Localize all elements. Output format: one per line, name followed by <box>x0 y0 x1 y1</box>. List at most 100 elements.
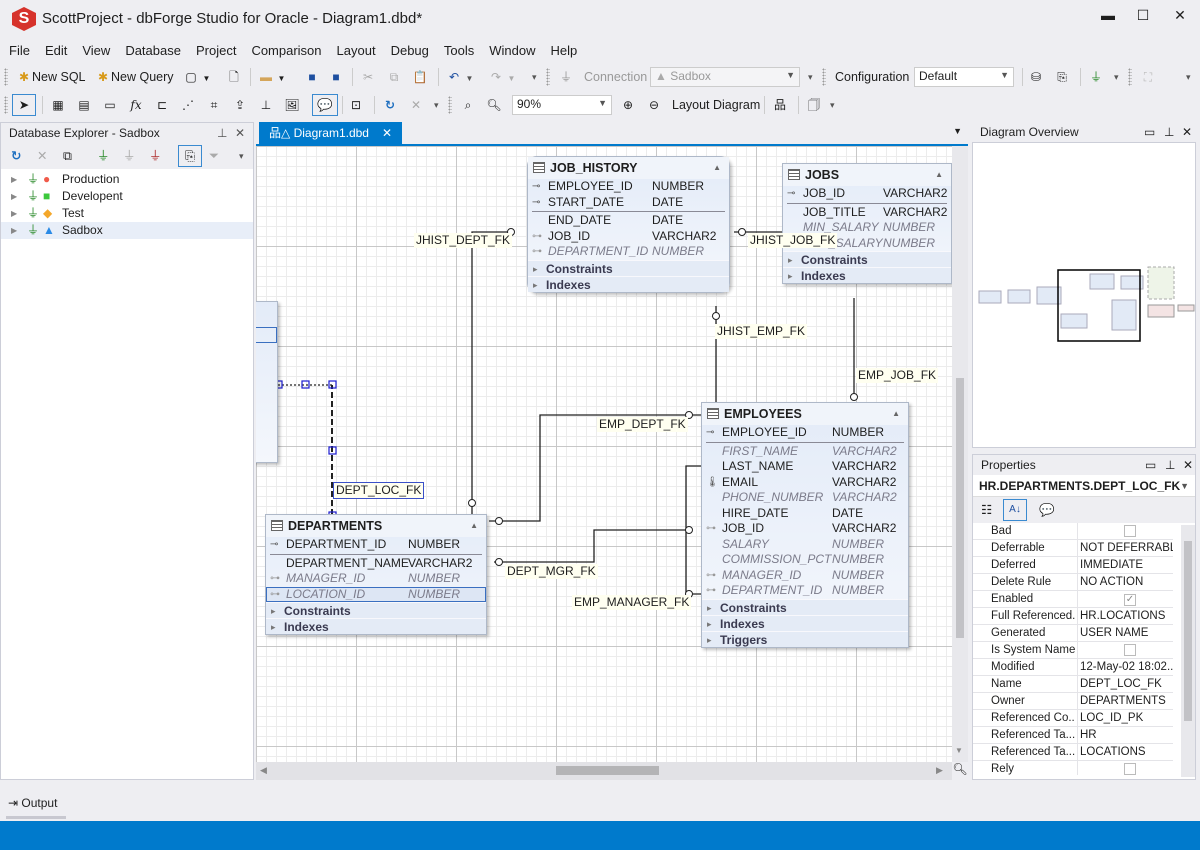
table-tool-button[interactable]: ▦ <box>50 96 66 114</box>
relation-label-jhist-emp-fk[interactable]: JHIST_EMP_FK <box>715 324 808 339</box>
column-row[interactable]: JOB_TITLE VARCHAR2 <box>783 205 951 221</box>
categorized-icon[interactable]: ☷ <box>981 501 992 519</box>
pk-column-row[interactable]: ⊸ DEPARTMENT_ID NUMBER <box>266 537 486 553</box>
property-row[interactable]: Rely <box>973 761 1173 775</box>
pk-column-row[interactable]: ⊸ EMPLOYEE_ID NUMBER <box>528 179 729 195</box>
expand-arrow-icon[interactable]: ▶ <box>11 171 17 188</box>
paste-button[interactable]: 📋 <box>412 68 428 86</box>
stamp-tool-button[interactable]: ⊥ <box>258 96 274 114</box>
horizontal-scroll-thumb[interactable] <box>556 766 659 775</box>
column-row[interactable]: COMMISSION_PCT NUMBER <box>702 552 908 568</box>
copy-document-icon[interactable]: ⎘ <box>178 145 202 167</box>
relation-label-emp-dept-fk[interactable]: EMP_DEPT_FK <box>597 417 688 432</box>
properties-scrollbar[interactable] <box>1181 525 1195 777</box>
checkbox[interactable]: ✓ <box>1124 594 1136 606</box>
relation-label-jhist-dept-fk[interactable]: JHIST_DEPT_FK <box>414 233 513 248</box>
entity-header[interactable]: JOBS ▲ <box>783 164 951 186</box>
zoom-fit-button[interactable]: ⌕ <box>460 96 476 114</box>
pointer-tool-button[interactable]: ➤ <box>12 94 36 116</box>
horizontal-scrollbar[interactable]: ◀ ▶ <box>256 762 952 780</box>
relation-label-dept-loc-fk[interactable]: DEPT_LOC_FK <box>333 482 425 499</box>
cut-button[interactable]: ✂ <box>360 68 376 86</box>
overview-tool-button[interactable]: ⊡ <box>348 96 364 114</box>
relation-label-dept-mgr-fk[interactable]: DEPT_MGR_FK <box>505 564 598 579</box>
property-value[interactable] <box>1077 761 1173 775</box>
property-row[interactable]: Referenced Ta... LOCATIONS <box>973 744 1173 761</box>
menu-file[interactable]: File <box>0 40 36 58</box>
section-indexes[interactable]: Indexes <box>266 618 486 635</box>
zoom-level-select[interactable]: 90% ▼ <box>512 95 612 115</box>
new-connection-button[interactable]: ⏚ <box>1088 68 1104 86</box>
menu-database[interactable]: Database <box>116 40 187 58</box>
delete-icon[interactable]: ✕ <box>37 147 47 165</box>
refresh-button[interactable]: ↻ <box>382 96 398 114</box>
deploy-button[interactable]: ⎘ <box>1054 68 1070 86</box>
fit-icon[interactable]: ⛶ <box>1140 68 1156 86</box>
close-panel-icon[interactable]: ✕ <box>235 123 245 143</box>
collapse-icon[interactable]: ▲ <box>470 515 478 537</box>
checkbox[interactable] <box>1124 644 1136 656</box>
pk-column-row[interactable]: ⊸ JOB_ID VARCHAR2 <box>783 186 951 202</box>
property-row[interactable]: Enabled ✓ <box>973 591 1173 608</box>
tree-item-sadbox[interactable]: ▶ ⏚ ▲ Sadbox <box>1 222 253 239</box>
column-row[interactable]: HIRE_DATE DATE <box>702 506 908 522</box>
property-row[interactable]: Referenced Co... LOC_ID_PK <box>973 710 1173 727</box>
zoom-in-button[interactable]: ⊕ <box>620 96 636 114</box>
configuration-select[interactable]: Default ▼ <box>914 67 1014 87</box>
section-indexes[interactable]: Indexes <box>528 275 729 293</box>
property-value[interactable]: HR <box>1077 727 1173 744</box>
note-tool-button[interactable]: 💬 <box>312 94 338 116</box>
connect-icon[interactable]: ⏚ <box>123 147 136 165</box>
toolbar-options-icon[interactable]: ▾ <box>239 147 244 165</box>
function-tool-button[interactable]: fx <box>128 96 144 114</box>
scroll-right-icon[interactable]: ▶ <box>936 765 943 776</box>
view-tool-button[interactable]: ▤ <box>76 96 92 114</box>
property-value[interactable]: IMMEDIATE <box>1077 557 1173 574</box>
pk-column-row[interactable]: ⊸ START_DATE DATE <box>528 195 729 211</box>
collapse-icon[interactable]: ▲ <box>892 403 900 425</box>
zoom-button[interactable]: 🔍︎ <box>486 96 502 114</box>
new-document-button[interactable]: ▢ ▼ <box>183 68 210 86</box>
toolbar-options-icon[interactable]: ▾ <box>830 96 835 114</box>
pin-icon[interactable]: ⊥ <box>217 123 227 143</box>
toolbar-options-icon[interactable]: ▾ <box>434 96 439 114</box>
property-row[interactable]: Owner DEPARTMENTS <box>973 693 1173 710</box>
property-row[interactable]: Is System Named <box>973 642 1173 662</box>
property-row[interactable]: Deferrable NOT DEFERRABLE <box>973 540 1173 557</box>
property-row[interactable]: Name DEPT_LOC_FK <box>973 676 1173 693</box>
section-triggers[interactable]: Triggers <box>702 630 908 648</box>
package-tool-button[interactable]: ▭ <box>102 96 118 114</box>
section-constraints[interactable]: Constraints <box>783 251 951 268</box>
delete-button[interactable]: ✕ <box>408 96 424 114</box>
entity-employees[interactable]: EMPLOYEES ▲ ⊸ EMPLOYEE_ID NUMBER FIRST_NAME VA… <box>701 402 909 648</box>
export-tool-button[interactable]: ⇪ <box>232 96 248 114</box>
column-row[interactable]: ⊶ MANAGER_ID NUMBER <box>702 568 908 584</box>
zoom-magnifier-icon[interactable]: 🔍︎ <box>952 762 968 780</box>
image-tool-button[interactable]: 🖼 <box>284 96 300 114</box>
output-tab[interactable]: ⇥ Output <box>8 796 57 810</box>
column-row[interactable]: ⊶ LOCATION_ID NUMBER <box>266 586 486 602</box>
object-selector[interactable]: HR.DEPARTMENTS.DEPT_LOC_FK ▼ <box>973 475 1195 497</box>
entity-header[interactable]: DEPARTMENTS ▲ <box>266 515 486 537</box>
properties-scroll-thumb[interactable] <box>1184 541 1192 721</box>
menu-tools[interactable]: Tools <box>435 40 480 58</box>
toolbar-options-icon[interactable]: ▾ <box>808 68 813 86</box>
menu-debug[interactable]: Debug <box>382 40 435 58</box>
connection-select[interactable]: ▲ Sadbox ▼ <box>650 67 800 87</box>
section-indexes[interactable]: Indexes <box>783 267 951 284</box>
relation-label-emp-manager-fk[interactable]: EMP_MANAGER_FK <box>572 595 692 610</box>
section-constraints[interactable]: Constraints <box>702 598 908 616</box>
toolbar-grip[interactable] <box>4 68 8 86</box>
collapse-all-icon[interactable]: ⧉ <box>63 147 72 165</box>
toolbar-options-icon[interactable]: ▾ <box>1186 68 1191 86</box>
expand-arrow-icon[interactable]: ▶ <box>11 205 17 222</box>
alphabetical-sort-icon[interactable]: A↓ <box>1003 499 1027 521</box>
pin-icon[interactable]: ⊥ <box>1165 455 1175 475</box>
save-all-button[interactable]: ■ <box>328 68 344 86</box>
toolbar-options-icon[interactable]: ▾ <box>532 68 537 86</box>
save-button[interactable]: ■ <box>304 68 320 86</box>
menu-help[interactable]: Help <box>542 40 584 58</box>
entity-jobs[interactable]: JOBS ▲ ⊸ JOB_ID VARCHAR2 JOB_TITLE VARCHAR2 MIN… <box>782 163 952 284</box>
column-row[interactable]: LAST_NAME VARCHAR2 <box>702 459 908 475</box>
frame-tool-button[interactable]: ⌗ <box>206 96 222 114</box>
